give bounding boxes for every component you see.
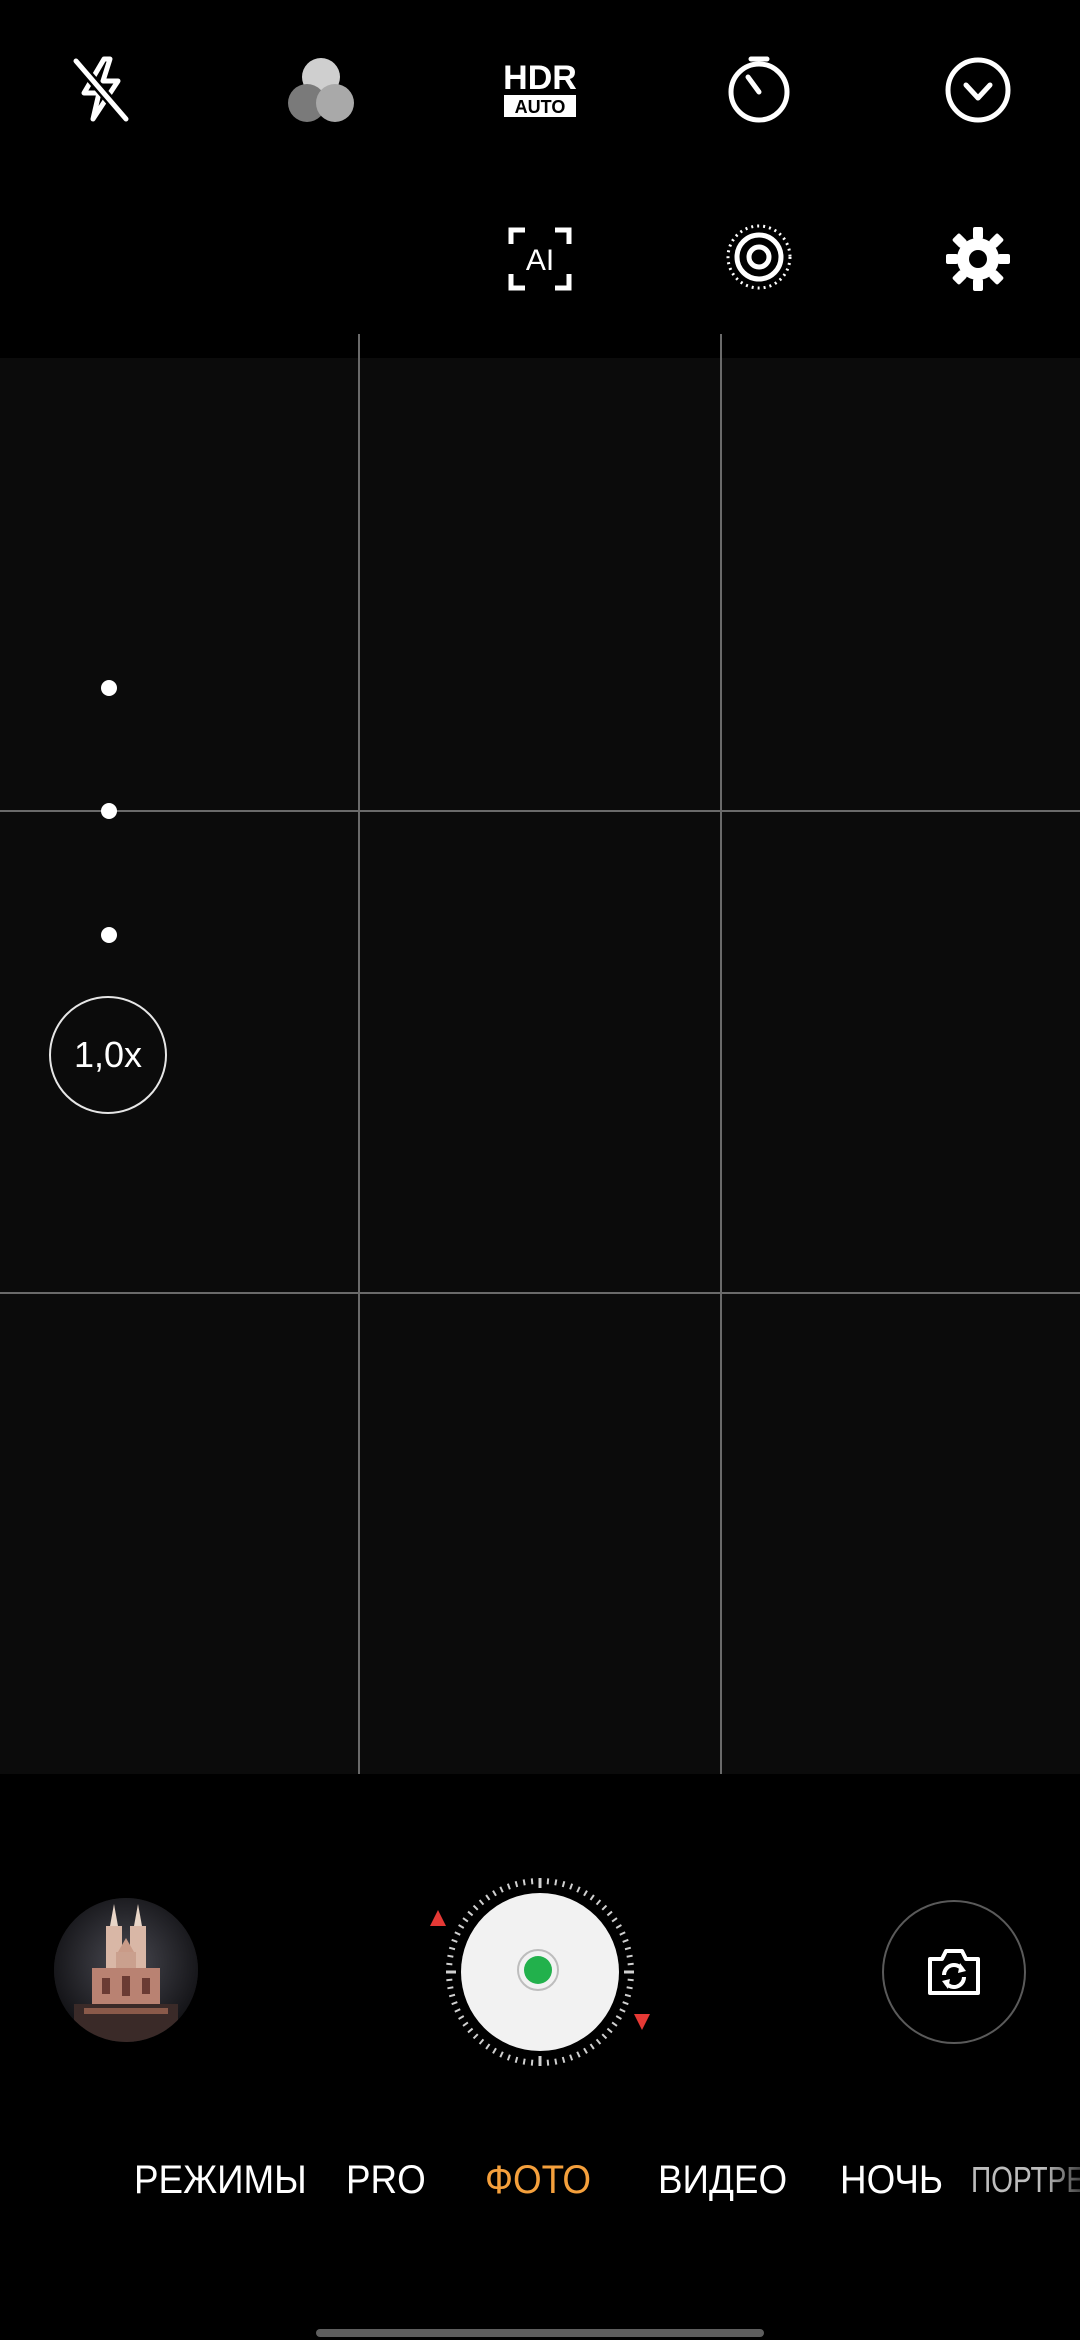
grid-line-vertical-2 <box>720 334 722 1774</box>
home-indicator[interactable] <box>316 2329 764 2337</box>
shutter-ready-indicator <box>524 1956 552 1984</box>
gallery-thumbnail[interactable] <box>54 1898 198 2042</box>
zoom-step-dot[interactable] <box>101 927 117 943</box>
hdr-label: HDR <box>503 59 577 97</box>
expand-chevron-icon[interactable] <box>933 45 1023 135</box>
rotate-arrow-up-icon <box>428 1908 448 1933</box>
timer-icon[interactable] <box>714 44 804 134</box>
filters-icon[interactable] <box>276 46 366 136</box>
zoom-level-label: 1,0x <box>73 1034 143 1075</box>
mode-photo[interactable]: ФОТО <box>485 2150 591 2210</box>
hdr-auto-icon[interactable]: HDR AUTO <box>495 44 585 134</box>
mode-portrait[interactable]: ПОРТРЕТ <box>971 2150 1080 2210</box>
cathedral-photo-icon <box>54 1898 198 2042</box>
grid-line-horizontal-1 <box>0 810 1080 812</box>
switch-camera-icon <box>928 1949 980 1995</box>
settings-gear-icon[interactable] <box>933 214 1023 304</box>
live-photo-icon[interactable] <box>714 212 804 302</box>
switch-camera-button[interactable] <box>882 1900 1026 2044</box>
grid-line-horizontal-2 <box>0 1292 1080 1294</box>
ai-label: AI <box>526 244 554 277</box>
rotate-arrow-down-icon <box>632 2012 652 2037</box>
flash-off-icon[interactable] <box>56 44 146 134</box>
mode-modes[interactable]: РЕЖИМЫ <box>134 2150 307 2210</box>
zoom-step-dot[interactable] <box>101 803 117 819</box>
camera-mode-bar: РЕЖИМЫ PRO ФОТО ВИДЕО НОЧЬ ПОРТРЕТ <box>0 2150 1080 2210</box>
grid-line-vertical-1 <box>358 334 360 1774</box>
zoom-level-button[interactable]: 1,0x <box>49 996 167 1114</box>
mode-night[interactable]: НОЧЬ <box>840 2150 943 2210</box>
mode-video[interactable]: ВИДЕО <box>658 2150 787 2210</box>
zoom-step-dot[interactable] <box>101 680 117 696</box>
ai-scene-icon[interactable]: AI <box>495 214 585 304</box>
mode-pro[interactable]: PRO <box>346 2150 426 2210</box>
hdr-auto-label: AUTO <box>515 97 566 117</box>
